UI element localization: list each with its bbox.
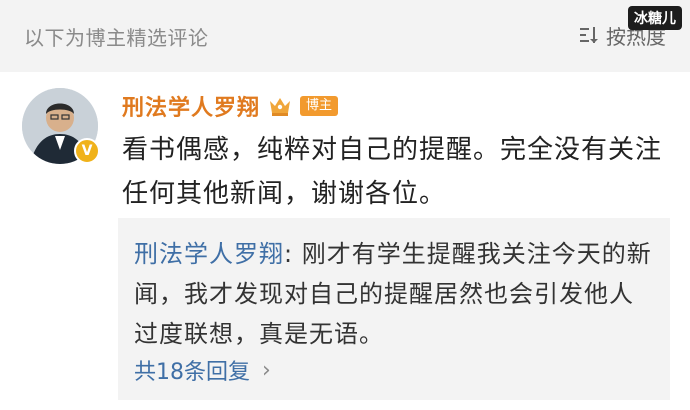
comment-text: 看书偶感，纯粹对自己的提醒。完全没有关注任何其他新闻，谢谢各位。 (122, 135, 663, 209)
reply-preview-box[interactable]: 刑法学人罗翔: 刚才有学生提醒我关注今天的新闻，我才发现对自己的提醒居然也会引发… (118, 218, 670, 400)
comment-username[interactable]: 刑法学人罗翔 (122, 90, 260, 122)
watermark: 冰糖儿 (628, 6, 682, 30)
comment-author-row: 刑法学人罗翔 博主 (122, 90, 339, 122)
reply-preview: 刑法学人罗翔: 刚才有学生提醒我关注今天的新闻，我才发现对自己的提醒居然也会引发… (134, 234, 654, 354)
reply-author[interactable]: 刑法学人罗翔 (134, 240, 284, 268)
verified-badge-icon: V (74, 138, 100, 164)
sort-icon (580, 27, 598, 43)
chevron-right-icon: › (262, 357, 271, 383)
comment-section-header: 以下为博主精选评论 按热度 冰糖儿 (0, 0, 690, 72)
crown-icon (270, 98, 291, 116)
role-badge: 博主 (300, 96, 339, 116)
reply-count-label: 共18条回复 (134, 360, 250, 385)
view-replies-link[interactable]: 共18条回复 › (134, 354, 271, 386)
section-title: 以下为博主精选评论 (24, 26, 209, 50)
